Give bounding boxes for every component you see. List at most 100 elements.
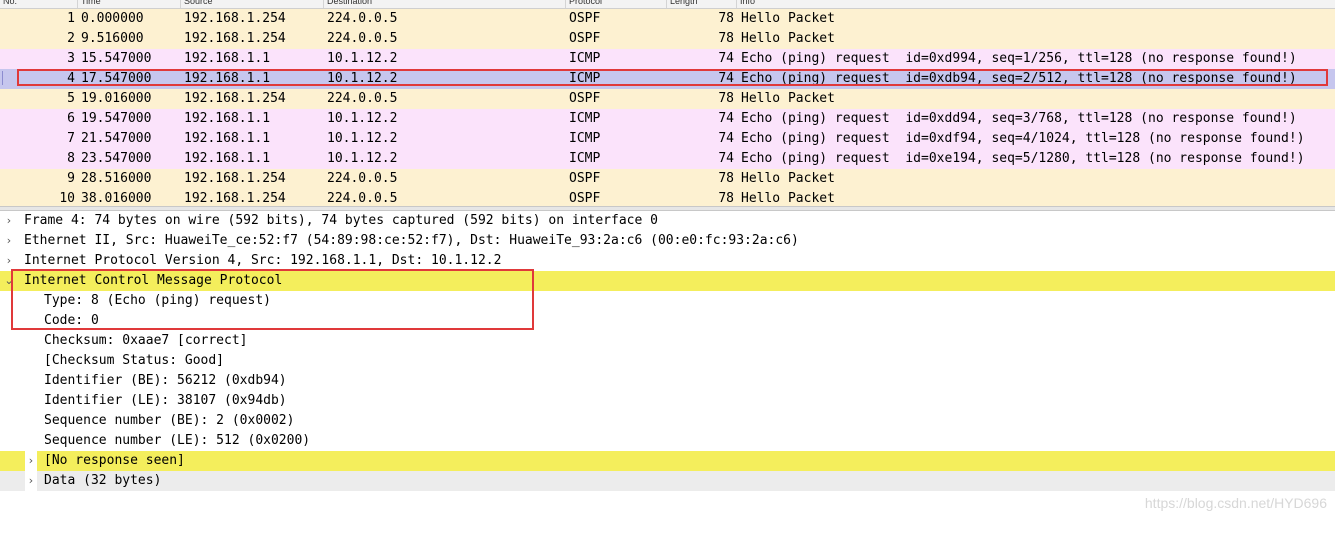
packet-row[interactable]: 6 19.547000 192.168.1.1 10.1.12.2 ICMP 7… xyxy=(0,109,1335,129)
column-header-info[interactable]: Info xyxy=(737,0,1335,8)
packet-length: 74 xyxy=(718,151,734,166)
packet-row[interactable]: 1 0.000000 192.168.1.254 224.0.0.5 OSPF … xyxy=(0,9,1335,29)
tree-item-data[interactable]: › Data (32 bytes) xyxy=(0,471,1335,491)
packet-time: 21.547000 xyxy=(81,131,152,146)
tree-item-label: Internet Protocol Version 4, Src: 192.16… xyxy=(24,253,502,268)
column-header-time[interactable]: Time xyxy=(78,0,181,8)
annotation-box-icmp xyxy=(11,269,534,330)
packet-time: 19.016000 xyxy=(81,91,152,106)
packet-length: 78 xyxy=(718,91,734,106)
packet-length: 78 xyxy=(718,11,734,26)
packet-source: 192.168.1.254 xyxy=(184,171,286,186)
packet-row[interactable]: 7 21.547000 192.168.1.1 10.1.12.2 ICMP 7… xyxy=(0,129,1335,149)
column-header-protocol[interactable]: Protocol xyxy=(566,0,667,8)
packet-list[interactable]: No. Time Source Destination Protocol Len… xyxy=(0,0,1335,206)
packet-protocol: OSPF xyxy=(569,91,601,106)
packet-source: 192.168.1.1 xyxy=(184,111,271,126)
tree-field-sequence-le[interactable]: Sequence number (LE): 512 (0x0200) xyxy=(0,431,1335,451)
packet-length: 74 xyxy=(718,131,734,146)
tree-field-label: [Checksum Status: Good] xyxy=(44,353,225,368)
packet-no: 7 xyxy=(67,131,75,146)
packet-no: 9 xyxy=(67,171,75,186)
packet-destination: 224.0.0.5 xyxy=(327,91,398,106)
packet-time: 9.516000 xyxy=(81,31,144,46)
packet-row[interactable]: 2 9.516000 192.168.1.254 224.0.0.5 OSPF … xyxy=(0,29,1335,49)
tree-field-checksum[interactable]: Checksum: 0xaae7 [correct] xyxy=(0,331,1335,351)
packet-destination: 10.1.12.2 xyxy=(327,51,398,66)
packet-info: Hello Packet xyxy=(741,31,835,46)
tree-field-checksum-status[interactable]: [Checksum Status: Good] xyxy=(0,351,1335,371)
packet-row[interactable]: 9 28.516000 192.168.1.254 224.0.0.5 OSPF… xyxy=(0,169,1335,189)
packet-no: 3 xyxy=(67,51,75,66)
packet-rows: 1 0.000000 192.168.1.254 224.0.0.5 OSPF … xyxy=(0,9,1335,206)
packet-source: 192.168.1.1 xyxy=(184,151,271,166)
packet-destination: 224.0.0.5 xyxy=(327,171,398,186)
packet-source: 192.168.1.254 xyxy=(184,11,286,26)
packet-time: 23.547000 xyxy=(81,151,152,166)
packet-protocol: ICMP xyxy=(569,111,601,126)
packet-list-header: No. Time Source Destination Protocol Len… xyxy=(0,0,1335,9)
tree-field-label: Identifier (LE): 38107 (0x94db) xyxy=(44,393,287,408)
packet-info: Hello Packet xyxy=(741,191,835,206)
tree-field-sequence-be[interactable]: Sequence number (BE): 2 (0x0002) xyxy=(0,411,1335,431)
packet-destination: 10.1.12.2 xyxy=(327,131,398,146)
tree-item-no-response[interactable]: › [No response seen] xyxy=(0,451,1335,471)
packet-no: 6 xyxy=(67,111,75,126)
chevron-right-icon[interactable]: › xyxy=(3,211,15,231)
packet-protocol: OSPF xyxy=(569,11,601,26)
column-header-destination[interactable]: Destination xyxy=(324,0,566,8)
packet-protocol: ICMP xyxy=(569,51,601,66)
packet-no: 10 xyxy=(59,191,75,206)
packet-info: Hello Packet xyxy=(741,171,835,186)
packet-row[interactable]: 3 15.547000 192.168.1.1 10.1.12.2 ICMP 7… xyxy=(0,49,1335,69)
packet-no: 8 xyxy=(67,151,75,166)
packet-info: Echo (ping) request id=0xdf94, seq=4/102… xyxy=(741,131,1305,146)
tree-field-identifier-le[interactable]: Identifier (LE): 38107 (0x94db) xyxy=(0,391,1335,411)
chevron-right-icon[interactable]: › xyxy=(25,471,37,491)
packet-protocol: ICMP xyxy=(569,131,601,146)
chevron-right-icon[interactable]: › xyxy=(25,451,37,471)
packet-no: 2 xyxy=(67,31,75,46)
packet-length: 78 xyxy=(718,191,734,206)
packet-length: 78 xyxy=(718,171,734,186)
packet-info: Echo (ping) request id=0xe194, seq=5/128… xyxy=(741,151,1305,166)
packet-time: 19.547000 xyxy=(81,111,152,126)
packet-protocol: OSPF xyxy=(569,191,601,206)
packet-time: 0.000000 xyxy=(81,11,144,26)
packet-info: Hello Packet xyxy=(741,11,835,26)
tree-item-frame[interactable]: › Frame 4: 74 bytes on wire (592 bits), … xyxy=(0,211,1335,231)
packet-length: 74 xyxy=(718,111,734,126)
chevron-right-icon[interactable]: › xyxy=(3,251,15,271)
tree-field-label: Sequence number (LE): 512 (0x0200) xyxy=(44,433,311,448)
packet-protocol: ICMP xyxy=(569,151,601,166)
packet-no: 5 xyxy=(67,91,75,106)
packet-protocol: OSPF xyxy=(569,171,601,186)
tree-item-ipv4[interactable]: › Internet Protocol Version 4, Src: 192.… xyxy=(0,251,1335,271)
selected-row-marker xyxy=(2,71,11,85)
tree-item-ethernet[interactable]: › Ethernet II, Src: HuaweiTe_ce:52:f7 (5… xyxy=(0,231,1335,251)
tree-item-label: Frame 4: 74 bytes on wire (592 bits), 74… xyxy=(24,213,658,228)
packet-detail-tree[interactable]: › Frame 4: 74 bytes on wire (592 bits), … xyxy=(0,211,1335,523)
watermark: https://blog.csdn.net/HYD696 xyxy=(1144,495,1327,511)
packet-source: 192.168.1.254 xyxy=(184,31,286,46)
packet-row[interactable]: 8 23.547000 192.168.1.1 10.1.12.2 ICMP 7… xyxy=(0,149,1335,169)
tree-item-label: Data (32 bytes) xyxy=(44,473,162,488)
packet-destination: 224.0.0.5 xyxy=(327,191,398,206)
column-header-length[interactable]: Length xyxy=(667,0,737,8)
packet-no: 1 xyxy=(67,11,75,26)
tree-field-label: Sequence number (BE): 2 (0x0002) xyxy=(44,413,295,428)
packet-time: 28.516000 xyxy=(81,171,152,186)
chevron-right-icon[interactable]: › xyxy=(3,231,15,251)
packet-row[interactable]: 10 38.016000 192.168.1.254 224.0.0.5 OSP… xyxy=(0,189,1335,206)
packet-row[interactable]: 5 19.016000 192.168.1.254 224.0.0.5 OSPF… xyxy=(0,89,1335,109)
packet-source: 192.168.1.1 xyxy=(184,131,271,146)
packet-destination: 10.1.12.2 xyxy=(327,151,398,166)
column-header-no[interactable]: No. xyxy=(0,0,78,8)
tree-field-identifier-be[interactable]: Identifier (BE): 56212 (0xdb94) xyxy=(0,371,1335,391)
packet-info: Hello Packet xyxy=(741,91,835,106)
column-header-source[interactable]: Source xyxy=(181,0,324,8)
annotation-box-selected-packet xyxy=(17,69,1328,86)
packet-info: Echo (ping) request id=0xdd94, seq=3/768… xyxy=(741,111,1297,126)
packet-source: 192.168.1.1 xyxy=(184,51,271,66)
packet-info: Echo (ping) request id=0xd994, seq=1/256… xyxy=(741,51,1297,66)
